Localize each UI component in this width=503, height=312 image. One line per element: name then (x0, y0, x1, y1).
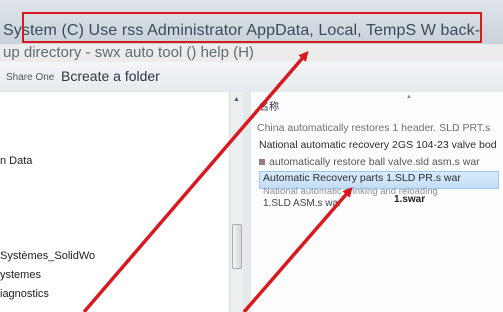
sort-arrow-icon: ▲ (406, 94, 412, 100)
file-item[interactable]: 1.SLD ASM.s war (263, 198, 341, 209)
toolbar: Share One Bcreate a folder (0, 62, 503, 93)
file-item[interactable]: China automatically restores 1 header. S… (257, 122, 490, 134)
share-button[interactable]: Share One (6, 72, 54, 83)
nav-item[interactable]: n Data (0, 155, 32, 167)
file-list-pane: 名称 ▲ China automatically restores 1 head… (251, 92, 503, 312)
annotation-highlight-box (22, 12, 482, 43)
nav-item[interactable]: iagnostics (0, 288, 49, 300)
nav-item[interactable]: ystemes (0, 269, 41, 281)
menu-bar-text[interactable]: up directory - swx auto tool () help (H) (3, 44, 254, 61)
scroll-up-arrow-icon[interactable]: ▲ (233, 96, 240, 103)
nav-item[interactable]: Systèmes_SolidWo (0, 250, 95, 262)
explorer-window: System (C) Use rss Administrator AppData… (0, 0, 503, 312)
scroll-thumb[interactable] (232, 224, 242, 269)
pane-splitter[interactable] (243, 92, 251, 312)
column-header-name[interactable]: 名称 (259, 98, 279, 113)
file-item[interactable]: National automatic recovery 2GS 104-23 v… (259, 139, 497, 151)
file-item[interactable]: automatically restore ball valve.sld asm… (259, 156, 480, 168)
file-icon (259, 159, 265, 166)
file-item[interactable]: 1.swar (394, 194, 425, 205)
nav-scrollbar[interactable]: ▲ (229, 92, 244, 312)
file-item-selected[interactable]: Automatic Recovery parts 1.SLD PR.s war (263, 172, 461, 184)
navigation-pane: n Data Systèmes_SolidWo ystemes iagnosti… (0, 92, 240, 312)
create-folder-button[interactable]: Bcreate a folder (61, 68, 160, 84)
file-item-label: automatically restore ball valve.sld asm… (269, 156, 480, 168)
